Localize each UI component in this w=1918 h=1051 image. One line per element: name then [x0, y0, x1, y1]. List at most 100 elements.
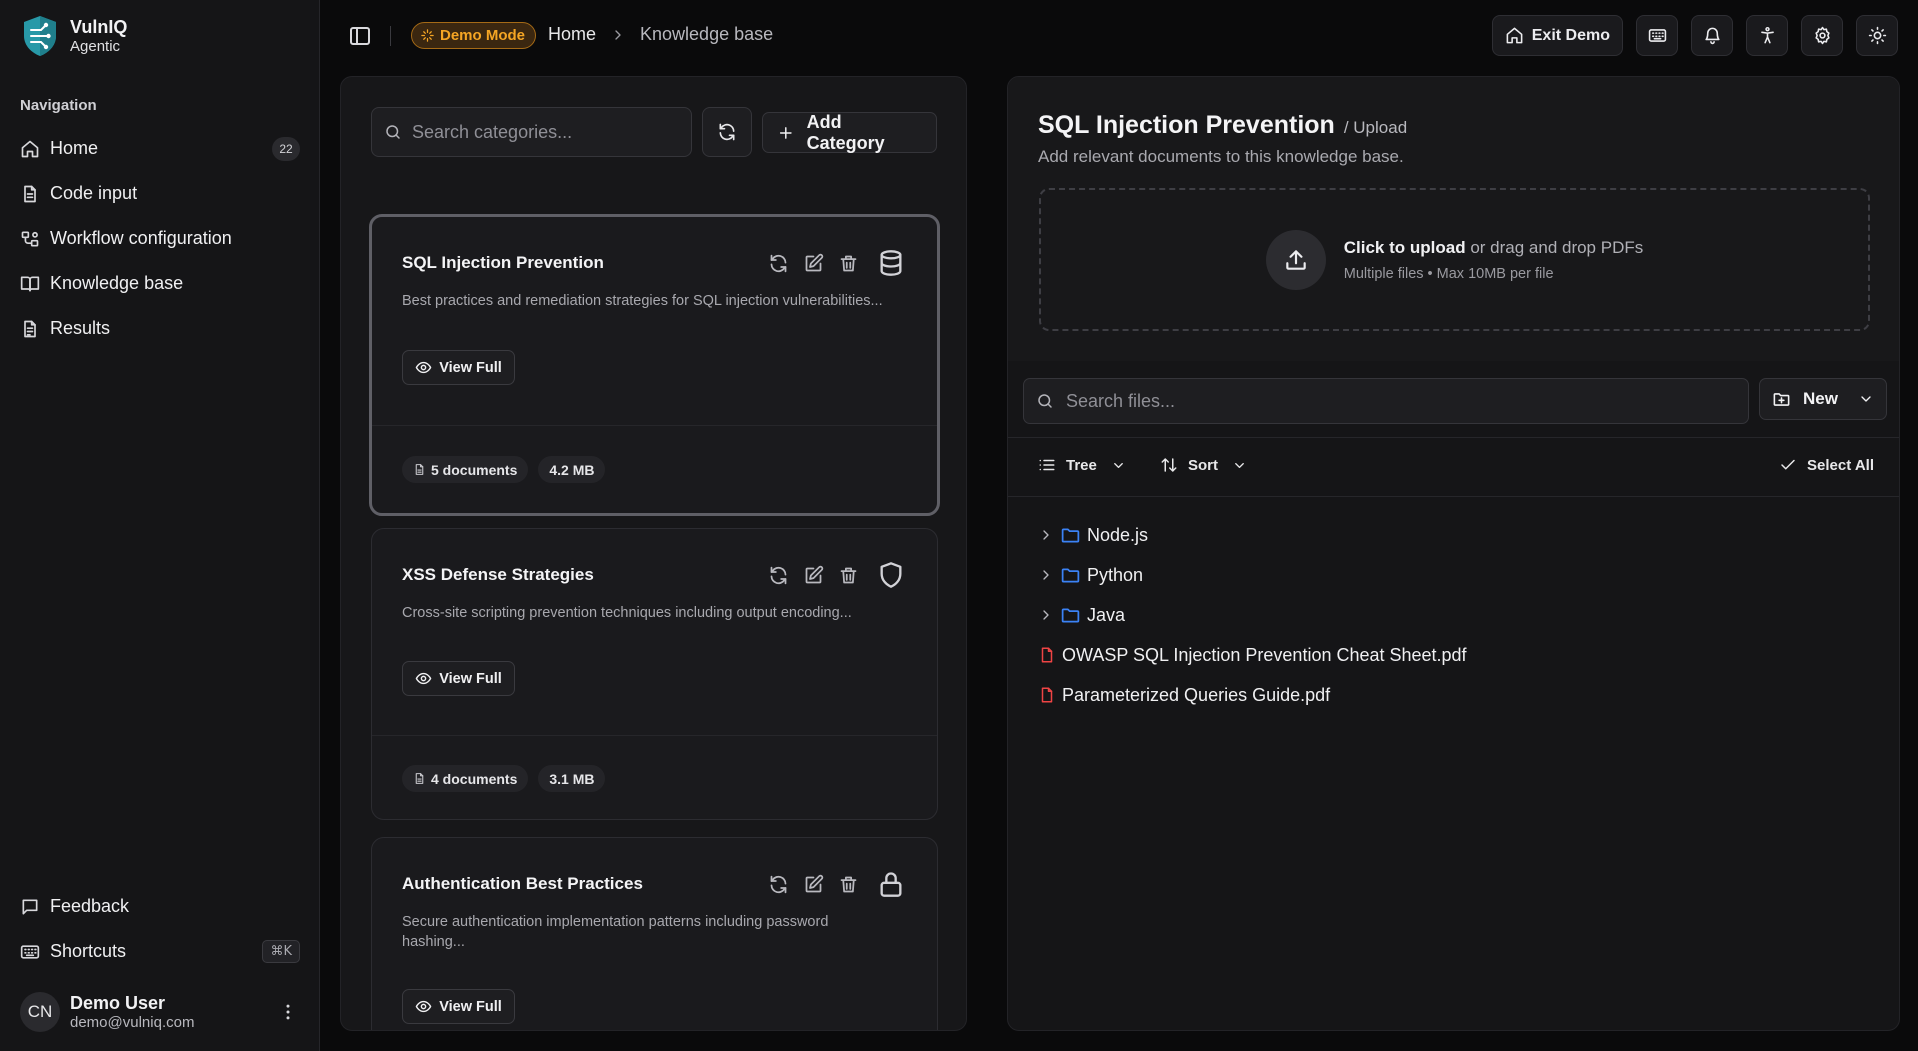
home-icon — [1506, 27, 1523, 44]
tree-folder-row[interactable]: Node.js — [1038, 515, 1467, 555]
category-card-authentication[interactable]: Authentication Best Practices Secure aut… — [371, 837, 938, 1030]
home-icon — [21, 140, 39, 157]
category-card-sql-injection[interactable]: SQL Injection Prevention Best practices … — [369, 214, 940, 516]
sun-icon — [1868, 26, 1886, 45]
trash-icon[interactable] — [838, 874, 859, 895]
chevron-down-icon — [1235, 462, 1244, 468]
category-title: SQL Injection Prevention — [402, 253, 604, 272]
tree-item-name: Python — [1087, 564, 1144, 585]
upload-hint: Multiple files • Max 10MB per file — [1343, 265, 1554, 282]
keyboard-icon — [1648, 29, 1666, 42]
sidebar-item-results[interactable]: Results — [20, 306, 300, 351]
tree-file-row[interactable]: OWASP SQL Injection Prevention Cheat She… — [1038, 635, 1467, 675]
tree-item-name: Parameterized Queries Guide.pdf — [1062, 684, 1331, 705]
file-text-icon — [24, 185, 36, 202]
sidebar: VulnIQ Agentic Navigation Home 22 Code i… — [0, 0, 320, 1051]
category-description: Best practices and remediation strategie… — [402, 293, 883, 309]
edit-icon[interactable] — [803, 565, 824, 586]
exit-demo-button[interactable]: Exit Demo — [1491, 15, 1623, 56]
accessibility-icon — [1760, 26, 1774, 44]
category-actions — [768, 561, 905, 589]
more-vertical-icon[interactable] — [276, 1000, 300, 1024]
trash-icon[interactable] — [838, 565, 859, 586]
tree-item-name: Java — [1087, 604, 1126, 625]
brand[interactable]: VulnIQ Agentic — [20, 14, 127, 58]
view-full-button[interactable]: View Full — [402, 989, 515, 1024]
avatar: CN — [20, 992, 60, 1032]
shield-icon — [880, 562, 902, 588]
select-all-label: Select All — [1807, 456, 1874, 474]
category-card-xss-defense[interactable]: XSS Defense Strategies Cross-site script… — [371, 528, 938, 820]
detail-subtitle: Add relevant documents to this knowledge… — [1038, 147, 1404, 166]
card-divider — [372, 425, 937, 426]
demo-mode-label: Demo Mode — [440, 27, 526, 44]
page-title: SQL Injection Prevention — [1038, 111, 1335, 139]
tree-folder-row[interactable]: Python — [1038, 555, 1467, 595]
search-icon — [386, 125, 400, 139]
sidebar-toggle-icon[interactable] — [348, 24, 372, 48]
view-full-button[interactable]: View Full — [402, 661, 515, 696]
eye-icon — [415, 1000, 432, 1013]
sort-dropdown[interactable]: Sort — [1160, 456, 1247, 474]
accessibility-button[interactable] — [1746, 15, 1788, 56]
view-full-button[interactable]: View Full — [402, 350, 515, 385]
file-search-placeholder: Search files... — [1066, 390, 1176, 411]
refresh-icon[interactable] — [768, 874, 789, 895]
topbar: Demo Mode Home Knowledge base Exit Demo — [321, 0, 1918, 72]
tree-file-row[interactable]: Parameterized Queries Guide.pdf — [1038, 675, 1467, 715]
view-full-label: View Full — [439, 359, 502, 376]
sidebar-item-code-input[interactable]: Code input — [20, 171, 300, 216]
plus-icon — [779, 126, 792, 139]
theme-toggle-button[interactable] — [1856, 15, 1898, 56]
sort-label: Sort — [1188, 456, 1218, 474]
category-search-input[interactable]: Search categories... — [371, 107, 692, 157]
select-all-button[interactable]: Select All — [1779, 456, 1874, 474]
clipboard-icon — [24, 320, 36, 337]
settings-button[interactable] — [1801, 15, 1843, 56]
breadcrumb-home[interactable]: Home — [548, 24, 596, 45]
category-title: XSS Defense Strategies — [402, 565, 594, 584]
refresh-icon — [719, 123, 735, 141]
upload-section: SQL Injection Prevention / Upload Add re… — [1008, 77, 1899, 361]
notifications-button[interactable] — [1691, 15, 1733, 56]
chevron-right-icon[interactable] — [1038, 607, 1054, 623]
sidebar-item-workflow-configuration[interactable]: Workflow configuration — [20, 216, 300, 261]
chevron-right-icon[interactable] — [1038, 527, 1054, 543]
keyboard-shortcuts-button[interactable] — [1636, 15, 1678, 56]
chevron-right-icon[interactable] — [1038, 567, 1054, 583]
edit-icon[interactable] — [803, 874, 824, 895]
add-category-button[interactable]: Add Category — [762, 112, 937, 153]
view-mode-label: Tree — [1066, 456, 1097, 474]
tree-folder-row[interactable]: Java — [1038, 595, 1467, 635]
click-to-upload-link[interactable]: Click to upload — [1344, 238, 1466, 257]
user-profile[interactable]: CN Demo User demo@vulniq.com — [20, 988, 300, 1036]
top-actions: Exit Demo — [1491, 15, 1898, 56]
topbar-divider — [390, 26, 391, 46]
file-icon — [415, 464, 424, 475]
document-count: 5 documents — [431, 461, 518, 478]
bell-icon — [1704, 27, 1720, 45]
refresh-icon[interactable] — [768, 565, 789, 586]
edit-icon[interactable] — [803, 253, 824, 274]
refresh-categories-button[interactable] — [702, 107, 752, 157]
sidebar-item-feedback[interactable]: Feedback — [20, 884, 300, 929]
upload-icon — [1265, 229, 1326, 290]
refresh-icon[interactable] — [768, 253, 789, 274]
book-open-icon — [20, 276, 40, 291]
new-item-button[interactable]: New — [1759, 378, 1887, 420]
trash-icon[interactable] — [838, 253, 859, 274]
upload-instructions-rest: or drag and drop PDFs — [1465, 237, 1644, 257]
view-mode-dropdown[interactable]: Tree — [1038, 456, 1126, 474]
upload-dropzone[interactable]: Click to upload or drag and drop PDFs Mu… — [1039, 188, 1870, 331]
file-search-input[interactable]: Search files... — [1023, 378, 1749, 424]
sidebar-item-knowledge-base[interactable]: Knowledge base — [20, 261, 300, 306]
database-icon — [880, 250, 902, 276]
sidebar-item-shortcuts[interactable]: Shortcuts ⌘K — [20, 929, 300, 974]
file-icon — [415, 773, 424, 784]
exit-demo-label: Exit Demo — [1531, 26, 1610, 44]
page-title-suffix: / Upload — [1343, 118, 1408, 137]
eye-icon — [415, 361, 432, 374]
keyboard-icon — [20, 944, 40, 959]
view-full-label: View Full — [439, 998, 502, 1015]
sidebar-item-home[interactable]: Home 22 — [20, 126, 300, 171]
